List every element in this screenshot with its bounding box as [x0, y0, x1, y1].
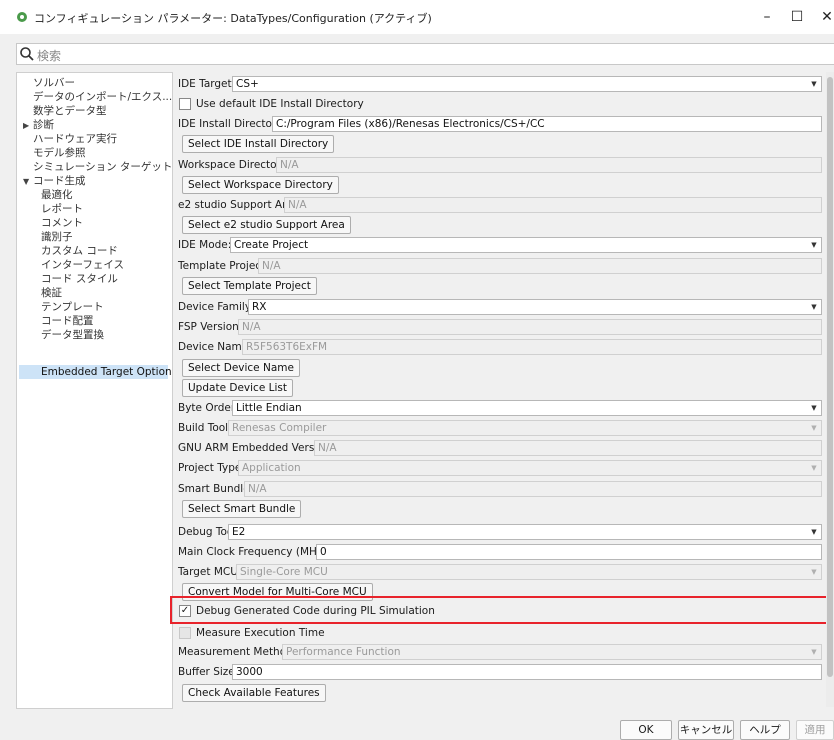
ide-install-dir-field[interactable]: C:/Program Files (x86)/Renesas Electroni…	[272, 116, 822, 132]
update-device-list-button[interactable]: Update Device List	[182, 379, 293, 397]
ok-button[interactable]: OK	[620, 720, 672, 740]
nav-item-optimization[interactable]: 最適化	[17, 188, 73, 202]
smart-bundle-field[interactable]: N/A	[244, 481, 822, 497]
chevron-down-icon: ▼	[811, 568, 817, 576]
chevron-down-icon: ▼	[811, 80, 817, 88]
ide-mode-dropdown[interactable]: Create Project ▼	[230, 237, 822, 253]
apply-button[interactable]: 適用	[796, 720, 834, 740]
nav-item-code-placement[interactable]: コード配置	[17, 314, 94, 328]
highlight-box	[170, 596, 828, 624]
buffer-size-field[interactable]: 3000	[232, 664, 822, 680]
select-workspace-button[interactable]: Select Workspace Directory	[182, 176, 339, 194]
search-icon	[20, 47, 34, 61]
nav-item-templates[interactable]: テンプレート	[17, 300, 104, 314]
dialog-footer: OK キャンセル ヘルプ 適用	[0, 715, 834, 740]
select-ide-dir-button[interactable]: Select IDE Install Directory	[182, 135, 335, 153]
ide-target-label: IDE Target:	[178, 78, 236, 90]
cancel-button[interactable]: キャンセル	[678, 720, 734, 740]
debug-tool-dropdown[interactable]: E2 ▼	[228, 524, 822, 540]
check-features-button[interactable]: Check Available Features	[182, 684, 326, 702]
nav-item-custom-code[interactable]: カスタム コード	[17, 244, 118, 258]
ide-mode-label: IDE Mode:	[178, 239, 232, 251]
ide-target-dropdown[interactable]: CS+ ▼	[232, 76, 822, 92]
smart-bundle-label: Smart Bundle:	[178, 483, 254, 495]
chevron-down-icon: ▼	[811, 424, 817, 432]
device-family-label: Device Family:	[178, 301, 254, 313]
select-smart-bundle-button[interactable]: Select Smart Bundle	[182, 500, 302, 518]
nav-item-interface[interactable]: インターフェイス	[17, 258, 124, 272]
main-clock-label: Main Clock Frequency (MHz) :	[178, 546, 334, 558]
buffer-size-label: Buffer Size:	[178, 666, 239, 678]
matlab-app-icon	[17, 12, 27, 22]
chevron-down-icon: ▼	[811, 464, 817, 472]
measurement-method-dropdown[interactable]: Performance Function ▼	[282, 644, 822, 660]
device-name-label: Device Name:	[178, 341, 252, 353]
measurement-method-label: Measurement Method:	[178, 646, 297, 658]
measure-exec-label: Measure Execution Time	[196, 627, 325, 639]
nav-item-data-type-replacement[interactable]: データ型置換	[17, 328, 104, 342]
template-project-label: Template Project:	[178, 260, 269, 272]
byte-order-label: Byte Order:	[178, 402, 239, 414]
chevron-down-icon: ▼	[811, 648, 817, 656]
use-default-dir-checkbox[interactable]	[179, 98, 191, 110]
chevron-down-icon: ▼	[811, 528, 817, 536]
byte-order-dropdown[interactable]: Little Endian ▼	[232, 400, 822, 416]
nav-item-math-data-types[interactable]: 数学とデータ型	[17, 104, 107, 118]
expand-arrow-icon[interactable]: ▶	[23, 119, 33, 133]
chevron-down-icon: ▼	[811, 303, 817, 311]
build-tool-dropdown[interactable]: Renesas Compiler ▼	[228, 420, 822, 436]
help-button[interactable]: ヘルプ	[740, 720, 790, 740]
close-button[interactable]: ✕	[815, 6, 834, 28]
search-placeholder: 検索	[37, 49, 62, 63]
nav-item-model-reference[interactable]: モデル参照	[17, 146, 86, 160]
main-clock-field[interactable]: 0	[316, 544, 822, 560]
nav-item-code-generation[interactable]: ▼ コード生成	[17, 174, 86, 188]
nav-item-sim-target[interactable]: シミュレーション ターゲット	[17, 160, 172, 174]
fsp-version-field[interactable]: N/A	[238, 319, 822, 335]
nav-item-data-import[interactable]: データのインポート/エクス...	[17, 90, 172, 104]
e2-support-area-field[interactable]: N/A	[284, 197, 822, 213]
device-family-dropdown[interactable]: RX ▼	[248, 299, 822, 315]
window-title: コンフィギュレーション パラメーター: DataTypes/Configurat…	[34, 12, 432, 25]
workspace-dir-field[interactable]: N/A	[276, 157, 822, 173]
chevron-down-icon: ▼	[811, 404, 817, 412]
minimize-button[interactable]: –	[755, 6, 779, 28]
search-input[interactable]: 検索	[16, 43, 834, 65]
project-type-label: Project Type:	[178, 462, 245, 474]
device-name-field[interactable]: R5F563T6ExFM	[242, 339, 822, 355]
collapse-arrow-icon[interactable]: ▼	[23, 175, 33, 189]
template-project-field[interactable]: N/A	[258, 258, 822, 274]
nav-item-code-style[interactable]: コード スタイル	[17, 272, 118, 286]
nav-item-diagnostics[interactable]: ▶ 診断	[17, 118, 54, 132]
nav-item-comments[interactable]: コメント	[17, 216, 83, 230]
target-mcu-label: Target MCU:	[178, 566, 242, 578]
nav-item-embedded-target-options[interactable]: Embedded Target Options	[19, 365, 172, 379]
select-e2-button[interactable]: Select e2 studio Support Area	[182, 216, 351, 234]
workspace-dir-label: Workspace Directory:	[178, 159, 290, 171]
fsp-version-label: FSP Version:	[178, 321, 243, 333]
maximize-button[interactable]: ☐	[785, 6, 809, 28]
nav-item-verification[interactable]: 検証	[17, 286, 62, 300]
measure-exec-checkbox[interactable]	[179, 627, 191, 639]
chevron-down-icon: ▼	[811, 241, 817, 249]
scrollbar-thumb[interactable]	[827, 77, 833, 677]
select-device-button[interactable]: Select Device Name	[182, 359, 300, 377]
nav-item-hardware[interactable]: ハードウェア実行	[17, 132, 117, 146]
ide-install-dir-label: IDE Install Directory:	[178, 118, 286, 130]
nav-item-solver[interactable]: ソルバー	[17, 76, 75, 90]
title-bar: コンフィギュレーション パラメーター: DataTypes/Configurat…	[0, 0, 834, 34]
build-tool-label: Build Tool:	[178, 422, 232, 434]
gnu-arm-version-field[interactable]: N/A	[314, 440, 822, 456]
gnu-arm-version-label: GNU ARM Embedded Version:	[178, 442, 334, 454]
project-type-dropdown[interactable]: Application ▼	[238, 460, 822, 476]
target-mcu-dropdown[interactable]: Single-Core MCU ▼	[236, 564, 822, 580]
category-tree[interactable]: ソルバー データのインポート/エクス... 数学とデータ型 ▶ 診断 ハードウェア…	[16, 72, 173, 709]
use-default-dir-label: Use default IDE Install Directory	[196, 98, 364, 110]
nav-item-report[interactable]: レポート	[17, 202, 83, 216]
vertical-scrollbar[interactable]	[826, 72, 834, 707]
select-template-button[interactable]: Select Template Project	[182, 277, 317, 295]
nav-item-identifiers[interactable]: 識別子	[17, 230, 73, 244]
